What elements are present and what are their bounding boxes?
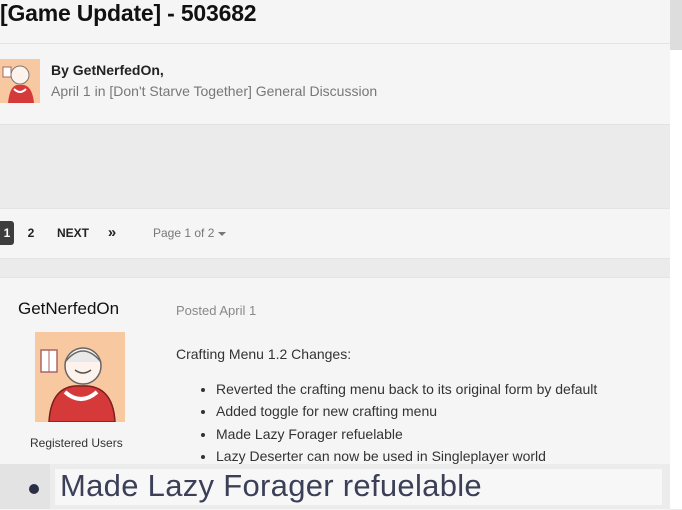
- post-intro: Crafting Menu 1.2 Changes:: [176, 346, 352, 362]
- zoom-bullet-icon: [29, 484, 39, 494]
- forum-link[interactable]: [Don't Starve Together] General Discussi…: [109, 83, 377, 99]
- caret-down-icon: [218, 231, 227, 236]
- page-info-label: Page 1 of 2: [153, 226, 215, 240]
- right-edge-chip: [670, 0, 682, 50]
- header-divider: [0, 43, 670, 44]
- list-item: Reverted the crafting menu back to its o…: [216, 378, 597, 400]
- next-page-button[interactable]: NEXT: [56, 221, 90, 245]
- page-1-button[interactable]: 1: [0, 221, 14, 245]
- post-author-name[interactable]: GetNerfedOn: [18, 299, 119, 319]
- zoom-text: Made Lazy Forager refuelable: [60, 468, 482, 503]
- author-avatar-small[interactable]: [0, 59, 40, 103]
- last-page-icon[interactable]: »: [104, 221, 120, 245]
- post-author-avatar[interactable]: [35, 332, 125, 422]
- topic-header: [Game Update] - 503682 By GetNerfedOn, A…: [0, 0, 670, 125]
- list-item: Made Lazy Forager refuelable: [216, 423, 597, 445]
- topic-meta: April 1 in [Don't Starve Together] Gener…: [51, 83, 377, 99]
- post-date[interactable]: Posted April 1: [176, 303, 256, 318]
- topic-date: April 1: [51, 83, 91, 99]
- page-2-button[interactable]: 2: [24, 221, 38, 245]
- author-byline[interactable]: By GetNerfedOn,: [51, 62, 164, 78]
- changes-list: Reverted the crafting menu back to its o…: [176, 378, 597, 467]
- pagination-bar: 1 2 NEXT » Page 1 of 2: [0, 208, 670, 259]
- zoom-left-block: [0, 464, 50, 509]
- topic-title: [Game Update] - 503682: [0, 0, 257, 26]
- topic-in-label: in: [94, 83, 106, 99]
- right-edge-strip: [670, 0, 682, 509]
- author-group: Registered Users: [30, 436, 123, 450]
- list-item: Added toggle for new crafting menu: [216, 400, 597, 422]
- page-jump-dropdown[interactable]: Page 1 of 2: [153, 226, 227, 240]
